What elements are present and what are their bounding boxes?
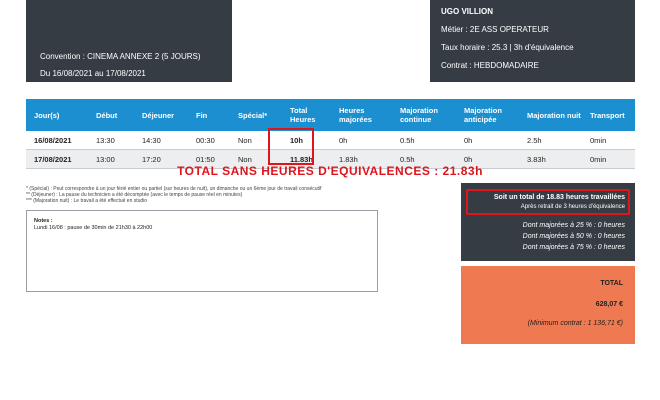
convention-text: Convention : CINEMA ANNEXE 2 (5 JOURS) (40, 52, 201, 61)
table-row: 16/08/2021 13:30 14:30 00:30 Non 10h 0h … (26, 131, 635, 150)
summary-equivalence: Après retrait de 3 heures d'équivalence (520, 204, 625, 210)
table-cell: 2.5h (527, 135, 542, 145)
col-header: Majoration anticipée (464, 106, 502, 124)
table-cell: 0min (590, 135, 607, 145)
col-header: Majoration nuit (527, 110, 581, 120)
table-cell: 0h (339, 135, 348, 145)
table-cell: 13:30 (96, 135, 115, 145)
convention-box: Convention : CINEMA ANNEXE 2 (5 JOURS) D… (26, 0, 232, 82)
employee-box: UGO VILLION Métier : 2E ASS OPERATEUR Ta… (430, 0, 635, 82)
total-minimum: (Minimum contrat : 1 136,71 €) (527, 320, 623, 327)
summary-box: Soit un total de 18.83 heures travaillée… (461, 183, 635, 261)
col-header: Déjeuner (142, 110, 175, 120)
total-without-equivalence: TOTAL SANS HEURES D'EQUIVALENCES : 21.83… (177, 164, 483, 178)
hours-table: Jour(s) Début Déjeuner Fin Spécial* Tota… (26, 99, 635, 169)
col-header: Majoration continue (400, 106, 438, 124)
table-cell: 0h (464, 135, 473, 145)
taux-text: Taux horaire : 25.3 | 3h d'équivalence (441, 43, 574, 52)
employee-name: UGO VILLION (441, 7, 493, 16)
summary-highlight (466, 189, 630, 215)
col-header: Début (96, 110, 118, 120)
notes-text: Lundi 16/08 : pause de 30min de 21h30 à … (34, 225, 153, 231)
col-header: Total Heures (290, 106, 316, 124)
summary-maj50: Dont majorées à 50 % : 0 heures (522, 233, 625, 240)
col-header: Spécial* (238, 110, 268, 120)
metier-text: Métier : 2E ASS OPERATEUR (441, 25, 549, 34)
total-amount: 628,07 € (595, 301, 623, 308)
summary-total-hours: Soit un total de 18.83 heures travaillée… (493, 194, 625, 201)
footnotes: * (Spécial) : Peut correspondre à un jou… (26, 186, 321, 204)
summary-maj25: Dont majorées à 25 % : 0 heures (522, 222, 625, 229)
period-text: Du 16/08/2021 au 17/08/2021 (40, 69, 146, 78)
table-cell: 16/08/2021 (34, 135, 72, 145)
col-header: Heures majorées (339, 106, 372, 124)
total-box: TOTAL 628,07 € (Minimum contrat : 1 136,… (461, 266, 635, 344)
notes-box: Notes : Lundi 16/08 : pause de 30min de … (26, 210, 378, 292)
contrat-text: Contrat : HEBDOMADAIRE (441, 61, 539, 70)
total-label: TOTAL (600, 280, 623, 287)
table-header-row: Jour(s) Début Déjeuner Fin Spécial* Tota… (26, 99, 635, 131)
table-cell: 0.5h (400, 135, 415, 145)
col-header: Fin (196, 110, 208, 120)
col-header: Jour(s) (34, 110, 60, 120)
total-hours-highlight (268, 128, 314, 165)
hours-table-container: Jour(s) Début Déjeuner Fin Spécial* Tota… (26, 99, 635, 169)
notes-title: Notes : (34, 218, 53, 224)
table-cell: 14:30 (142, 135, 161, 145)
summary-maj75: Dont majorées à 75 % : 0 heures (522, 244, 625, 251)
col-header: Transport (590, 110, 625, 120)
table-cell: 00:30 (196, 135, 215, 145)
footnote: *** (Majoration nuit) : Le travail a été… (26, 198, 148, 204)
